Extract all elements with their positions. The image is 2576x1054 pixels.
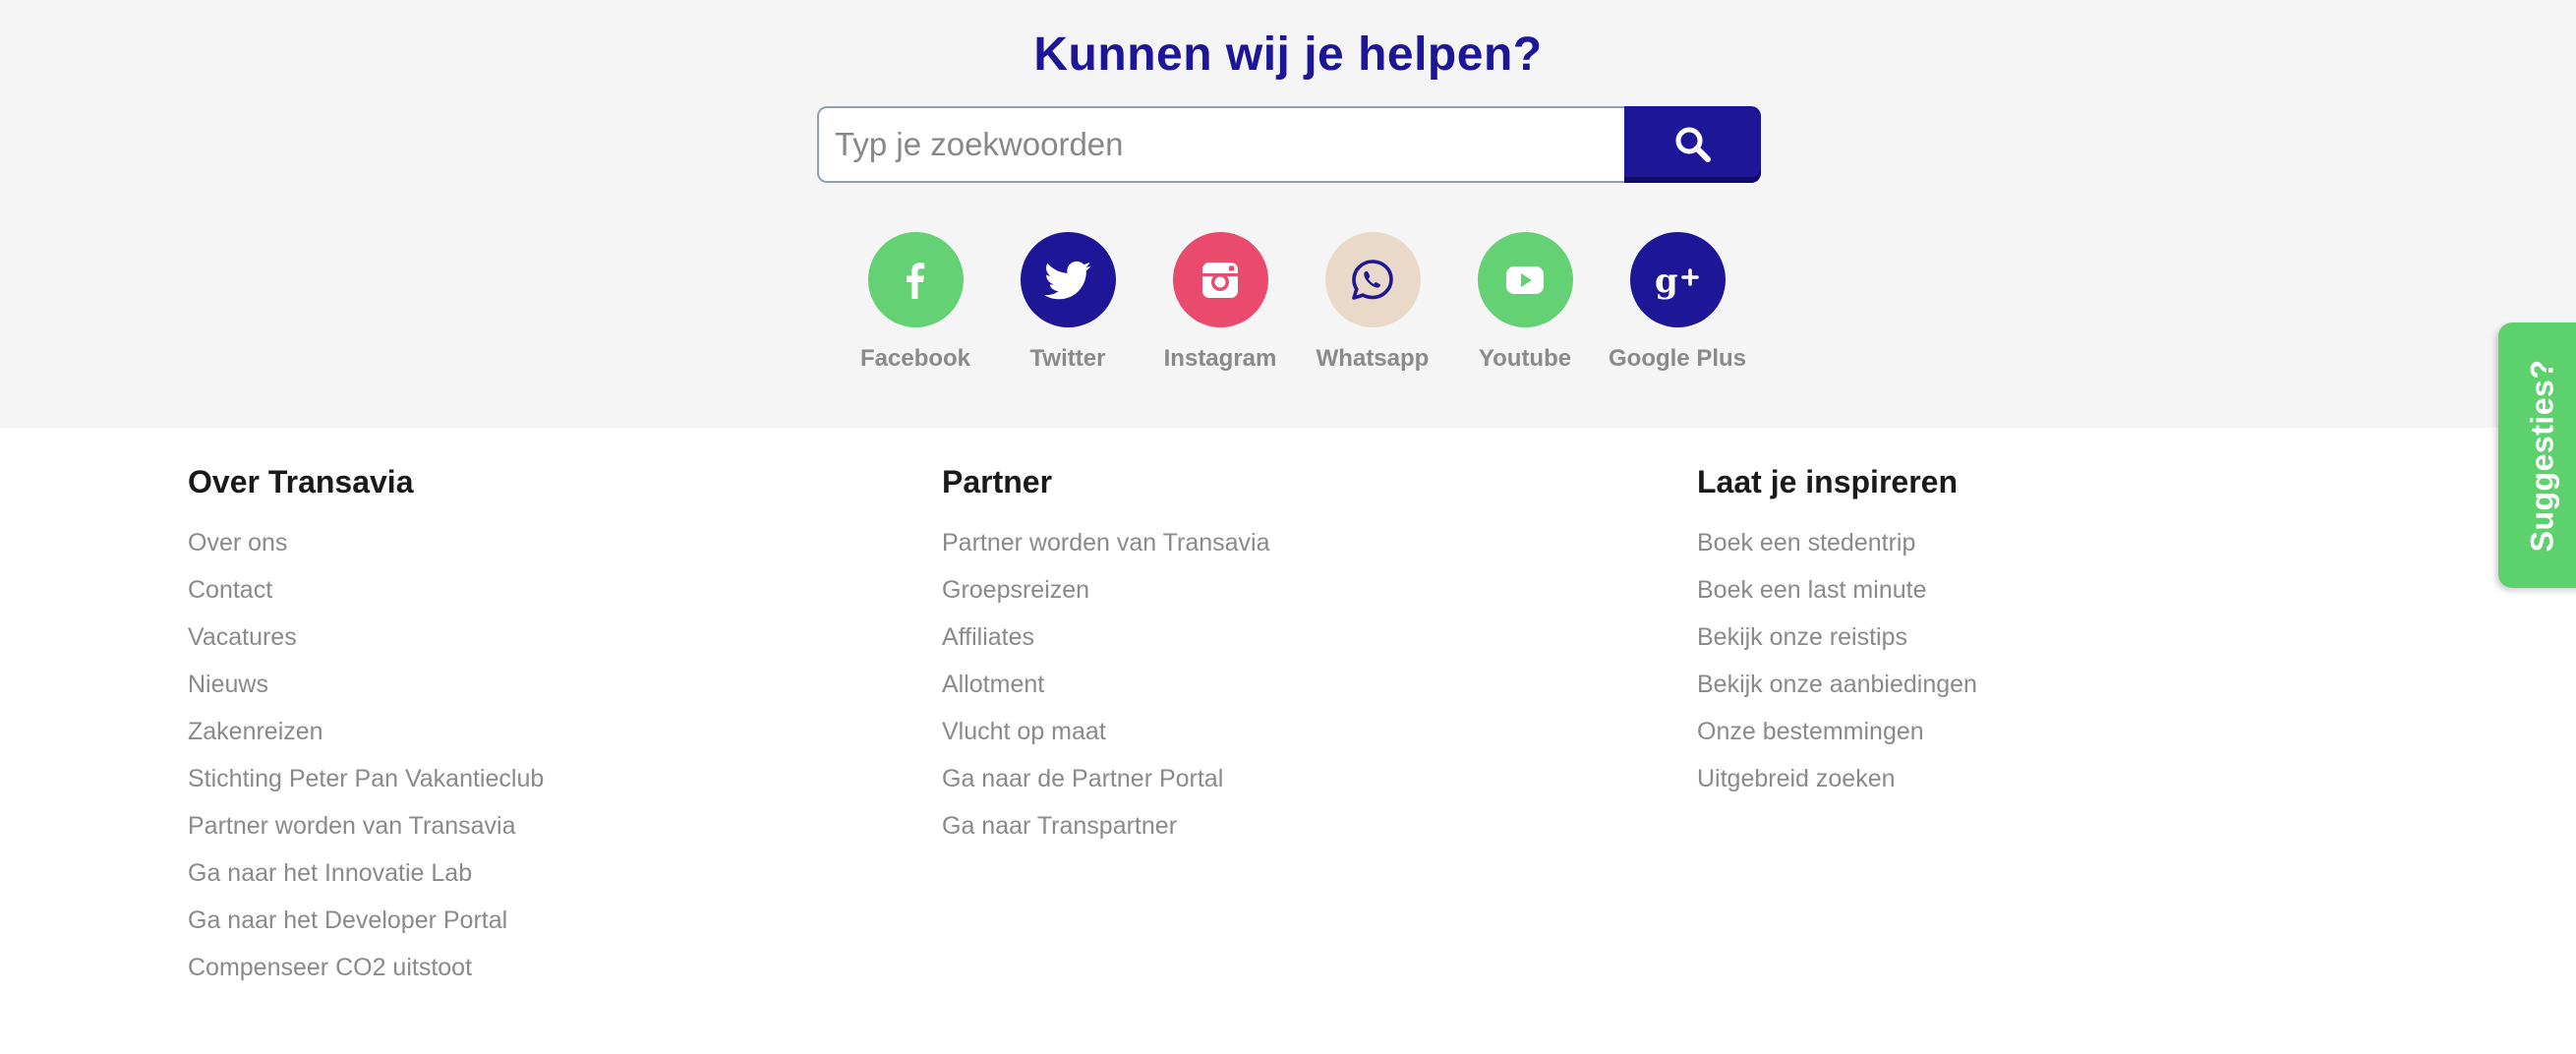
facebook-icon [867, 232, 964, 327]
footer-link-list: Boek een stedentrip Boek een last minute… [1697, 515, 1977, 798]
social-link-twitter[interactable]: Twitter [994, 232, 1142, 373]
social-link-whatsapp[interactable]: Whatsapp [1299, 232, 1446, 373]
footer-link[interactable]: Ga naar het Innovatie Lab [188, 859, 472, 887]
social-label-youtube: Youtube [1478, 345, 1572, 372]
suggestions-tab-label: Suggesties? [2524, 359, 2560, 552]
footer-link[interactable]: Vacatures [188, 623, 297, 651]
help-section: Kunnen wij je helpen? Facebook Twitter [0, 0, 2576, 428]
footer-link[interactable]: Ga naar Transpartner [942, 812, 1177, 840]
footer-link[interactable]: Partner worden van Transavia [188, 812, 516, 840]
footer-link[interactable]: Partner worden van Transavia [942, 529, 1270, 556]
footer-link[interactable]: Contact [188, 576, 272, 604]
social-link-google-plus[interactable]: g Google Plus [1604, 232, 1751, 373]
instagram-icon [1172, 232, 1268, 327]
footer-link[interactable]: Allotment [942, 671, 1044, 698]
footer-link[interactable]: Nieuws [188, 671, 268, 698]
footer-link[interactable]: Over ons [188, 529, 287, 556]
footer-link[interactable]: Affiliates [942, 623, 1034, 651]
footer-link[interactable]: Zakenreizen [188, 718, 323, 745]
social-label-whatsapp: Whatsapp [1316, 345, 1430, 372]
social-links: Facebook Twitter Instagram Whatsapp Yout… [842, 232, 1756, 380]
footer-link[interactable]: Groepsreizen [942, 576, 1089, 604]
footer-column-laat-je-inspireren: Laat je inspireren Boek een stedentrip B… [1697, 462, 1977, 798]
footer-link[interactable]: Ga naar het Developer Portal [188, 907, 507, 934]
help-title: Kunnen wij je helpen? [1033, 29, 1543, 81]
social-link-youtube[interactable]: Youtube [1451, 232, 1599, 373]
footer-link-list: Partner worden van Transavia Groepsreize… [942, 515, 1270, 846]
footer-link[interactable]: Vlucht op maat [942, 718, 1106, 745]
footer-link-list: Over ons Contact Vacatures Nieuws Zakenr… [188, 515, 544, 987]
footer-link[interactable]: Bekijk onze reistips [1697, 623, 1907, 651]
social-label-facebook: Facebook [859, 345, 971, 372]
social-link-instagram[interactable]: Instagram [1146, 232, 1294, 373]
footer-link[interactable]: Boek een last minute [1697, 576, 1926, 604]
footer-link[interactable]: Bekijk onze aanbiedingen [1697, 671, 1977, 698]
search-icon [1675, 127, 1711, 162]
social-label-google-plus: Google Plus [1608, 345, 1746, 372]
whatsapp-icon [1324, 232, 1421, 327]
svg-text:g: g [1655, 262, 1678, 301]
social-link-facebook[interactable]: Facebook [842, 232, 989, 373]
footer-column-partner: Partner Partner worden van Transavia Gro… [942, 462, 1270, 846]
social-label-twitter: Twitter [1029, 345, 1106, 372]
google-plus-icon: g [1629, 232, 1726, 327]
footer-link[interactable]: Compenseer CO2 uitstoot [188, 954, 472, 981]
youtube-icon [1477, 232, 1573, 327]
footer-link[interactable]: Onze bestemmingen [1697, 718, 1924, 745]
footer-link[interactable]: Uitgebreid zoeken [1697, 765, 1896, 792]
footer-heading: Over Transavia [188, 464, 414, 499]
suggestions-tab[interactable]: Suggesties? [2498, 322, 2576, 588]
footer-heading: Partner [942, 464, 1053, 499]
footer-column-over-transavia: Over Transavia Over ons Contact Vacature… [188, 462, 544, 987]
footer-heading: Laat je inspireren [1697, 464, 1958, 499]
footer-link[interactable]: Boek een stedentrip [1697, 529, 1915, 556]
footer-link[interactable]: Ga naar de Partner Portal [942, 765, 1223, 792]
search-input[interactable] [817, 106, 1626, 183]
twitter-icon [1020, 232, 1116, 327]
social-label-instagram: Instagram [1163, 345, 1277, 372]
footer-link[interactable]: Stichting Peter Pan Vakantieclub [188, 765, 544, 792]
search-button[interactable] [1624, 106, 1761, 183]
